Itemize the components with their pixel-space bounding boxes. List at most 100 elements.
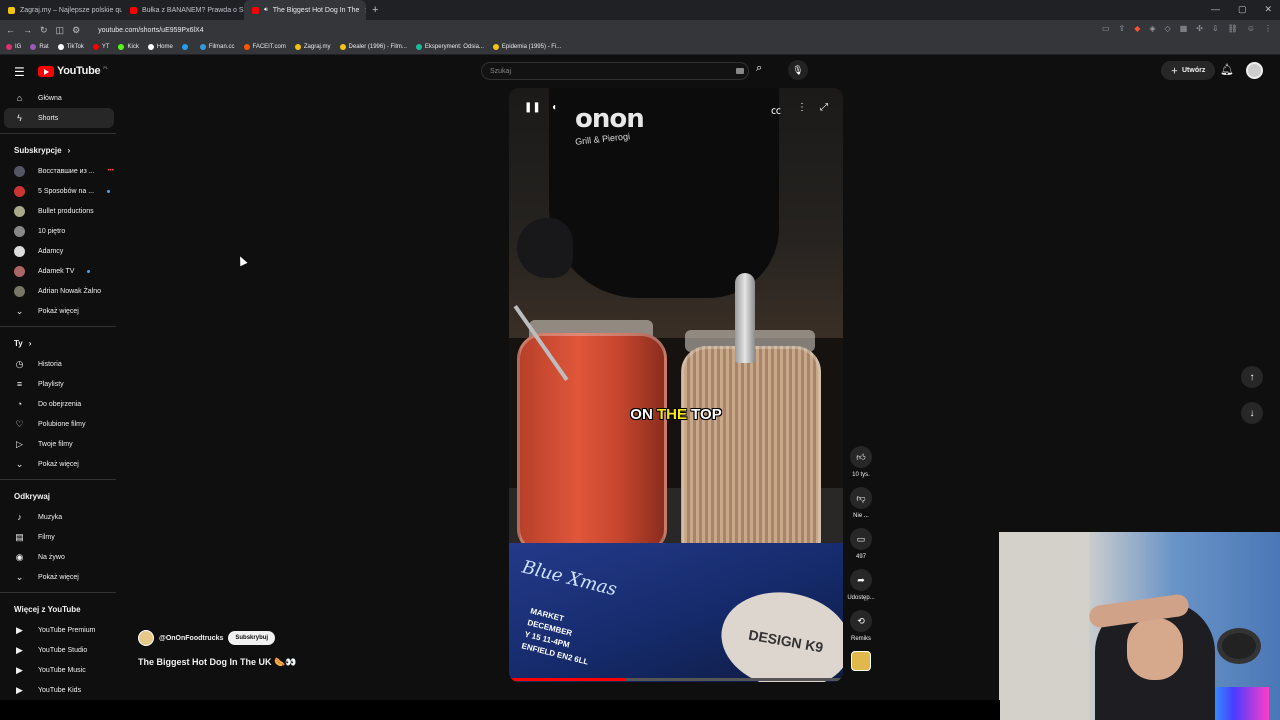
maximize-icon[interactable]: ▢: [1238, 4, 1247, 15]
menu-icon[interactable]: ⋮: [1264, 24, 1272, 33]
sidebar-subscription[interactable]: Adamek TV: [0, 261, 120, 281]
bookmark-item[interactable]: Dealer (1996) - Film...: [339, 44, 407, 50]
bookmark-item[interactable]: Zagraj.my: [294, 44, 331, 50]
comments-action[interactable]: ▭ 497: [848, 528, 874, 560]
sidebar-item-historia[interactable]: ◷ Historia: [0, 354, 120, 374]
download-icon[interactable]: ⇩: [1212, 24, 1219, 33]
sidebar-item-youtube-music[interactable]: ▶ YouTube Music: [0, 660, 120, 680]
bookmark-item[interactable]: Kick: [118, 44, 139, 50]
sidebar-item-youtube-premium[interactable]: ▶ YouTube Premium: [0, 620, 120, 640]
subscribe-button[interactable]: Subskrybuj: [228, 631, 276, 645]
sidebar-subscription[interactable]: Восставшие из ... •••: [0, 161, 120, 181]
bookmark-item[interactable]: TikTok: [57, 44, 84, 50]
sidebar-item-główna[interactable]: ⌂ Główna: [0, 88, 120, 108]
tab-close-icon[interactable]: ✕: [364, 6, 366, 15]
bookmark-item[interactable]: Epidemia (1995) - Fi...: [492, 44, 561, 50]
browser-tab[interactable]: Bułka z BANANEM? Prawda o Sukces: [122, 0, 244, 20]
sidebar-item-twoje-filmy[interactable]: ▷ Twoje filmy: [0, 434, 120, 454]
speaker-icon[interactable]: 🔊︎: [264, 7, 268, 14]
bookmark-item[interactable]: Home: [147, 44, 173, 50]
sidebar-item-youtube-kids[interactable]: ▶ YouTube Kids: [0, 680, 120, 700]
sidebar-item-filmy[interactable]: ▤ Filmy: [0, 527, 120, 547]
bookmark-item[interactable]: IG: [6, 44, 21, 50]
extension-icon[interactable]: ◈: [1149, 24, 1155, 33]
hamburger-menu-icon[interactable]: ☰: [14, 65, 25, 79]
comment-icon[interactable]: ▭: [850, 528, 872, 550]
thumbs-down-icon[interactable]: 👎︎: [850, 487, 872, 509]
back-icon[interactable]: ←: [6, 25, 15, 35]
bookmark-item[interactable]: YT: [92, 44, 109, 50]
extension-icon[interactable]: ▦: [1180, 24, 1188, 33]
account-avatar[interactable]: [1246, 62, 1263, 79]
short-title[interactable]: The Biggest Hot Dog In The UK 🌭👀: [138, 657, 296, 668]
sidebar-subscription[interactable]: 5 Sposobów na ...: [0, 181, 120, 201]
you-show-more[interactable]: ⌄ Pokaż więcej: [0, 454, 120, 474]
subscriptions-heading[interactable]: Subskrypcje ›: [0, 139, 120, 161]
volume-icon[interactable]: ◖: [551, 102, 557, 113]
puzzle-icon[interactable]: ✣: [1196, 24, 1203, 33]
forward-icon[interactable]: →: [23, 25, 32, 35]
sidebar-item-na-żywo[interactable]: ◉ Na żywo: [0, 547, 120, 567]
subscriptions-show-more[interactable]: ⌄ Pokaż więcej: [0, 301, 120, 321]
notifications-bell-icon[interactable]: 🔔︎: [1220, 63, 1234, 76]
sidebar-subscription[interactable]: 10 piętro: [0, 221, 120, 241]
sidebar-item-youtube-studio[interactable]: ▶ YouTube Studio: [0, 640, 120, 660]
fullscreen-icon[interactable]: ⤢: [820, 102, 828, 113]
channel-name[interactable]: @OnOnFoodtrucks: [159, 635, 223, 642]
bookmark-item[interactable]: FACEIT.com: [243, 44, 286, 50]
bookmark-item[interactable]: [181, 44, 191, 50]
sidebar-item-polubione-filmy[interactable]: ♡ Polubione filmy: [0, 414, 120, 434]
sound-avatar[interactable]: [848, 651, 874, 671]
sidebar-item-playlisty[interactable]: ≡ Playlisty: [0, 374, 120, 394]
create-button[interactable]: ＋ Utwórz: [1161, 61, 1216, 80]
cast-icon[interactable]: ▭: [1102, 24, 1110, 33]
video-progress-bar[interactable]: [509, 678, 843, 681]
close-window-icon[interactable]: ✕: [1264, 4, 1272, 15]
sound-thumbnail[interactable]: [851, 651, 871, 671]
sidebar-subscription[interactable]: Adrian Nowak Żalno: [0, 281, 120, 301]
pause-icon[interactable]: ❚❚: [524, 102, 541, 113]
channel-avatar[interactable]: [138, 630, 154, 646]
browser-tab[interactable]: 🔊︎ The Biggest Hot Dog In The ✕: [244, 0, 366, 20]
share-icon[interactable]: ⇪: [1119, 24, 1126, 33]
microphone-icon[interactable]: 🎙: [788, 60, 808, 80]
explore-show-more[interactable]: ⌄ Pokaż więcej: [0, 567, 120, 587]
search-input[interactable]: Szukaj: [481, 62, 749, 80]
remix-action[interactable]: ⟲ Remiks: [848, 610, 874, 642]
sidebar-item-shorts[interactable]: ϟ Shorts: [4, 108, 114, 128]
sidebar-subscription[interactable]: Adamcy: [0, 241, 120, 261]
browser-tab[interactable]: Zagraj.my – Najlepsze polskie quizy: [0, 0, 122, 20]
profile-icon[interactable]: ☺: [1247, 24, 1255, 33]
previous-short-arrow-up-icon[interactable]: ↑: [1241, 366, 1263, 388]
youtube-logo[interactable]: YouTube PL: [38, 65, 108, 77]
sidebar-subscription[interactable]: Bullet productions: [0, 201, 120, 221]
you-heading[interactable]: Ty ›: [0, 332, 120, 354]
bookmark-item[interactable]: Eksperyment: Odsia...: [415, 44, 484, 50]
captions-icon[interactable]: ㏄: [771, 102, 781, 117]
keyboard-icon[interactable]: [736, 68, 744, 74]
link-icon[interactable]: ⛓: [1228, 24, 1238, 33]
like-action[interactable]: 👍︎ 10 tys.: [848, 446, 874, 478]
minimize-icon[interactable]: —: [1211, 4, 1220, 15]
dislike-action[interactable]: 👎︎ Nie ...: [848, 487, 874, 519]
brave-icon[interactable]: ◆: [1134, 24, 1140, 33]
remix-icon[interactable]: ⟲: [850, 610, 872, 632]
extension-icon[interactable]: ◇: [1165, 24, 1171, 33]
sidebar-item-do-obejrzenia[interactable]: ◔ Do obejrzenia: [0, 394, 120, 414]
site-info-icon[interactable]: ⚙: [72, 25, 80, 36]
bookmark-item[interactable]: Rat: [30, 44, 49, 50]
thumbs-up-icon[interactable]: 👍︎: [850, 446, 872, 468]
more-options-icon[interactable]: ⋮: [797, 102, 807, 113]
reload-icon[interactable]: ↻: [40, 25, 48, 36]
bookmark-item[interactable]: Filman.cc: [199, 44, 235, 50]
search-icon[interactable]: ⌕: [756, 62, 762, 75]
sidebar-item-muzyka[interactable]: ♪ Muzyka: [0, 507, 120, 527]
share-arrow-icon[interactable]: ➦: [850, 569, 872, 591]
next-short-arrow-down-icon[interactable]: ↓: [1241, 402, 1263, 424]
playlist-icon: ≡: [16, 379, 23, 389]
url-field[interactable]: youtube.com/shorts/uE959Px6lX4: [98, 27, 203, 34]
short-video-player[interactable]: onon Grill & Pierogi Blue Xmas MARKET DE…: [509, 88, 843, 682]
new-tab-icon[interactable]: +: [372, 4, 378, 16]
bookmark-page-icon[interactable]: ◫: [56, 25, 65, 36]
share-action[interactable]: ➦ Udostęp...: [847, 569, 875, 601]
